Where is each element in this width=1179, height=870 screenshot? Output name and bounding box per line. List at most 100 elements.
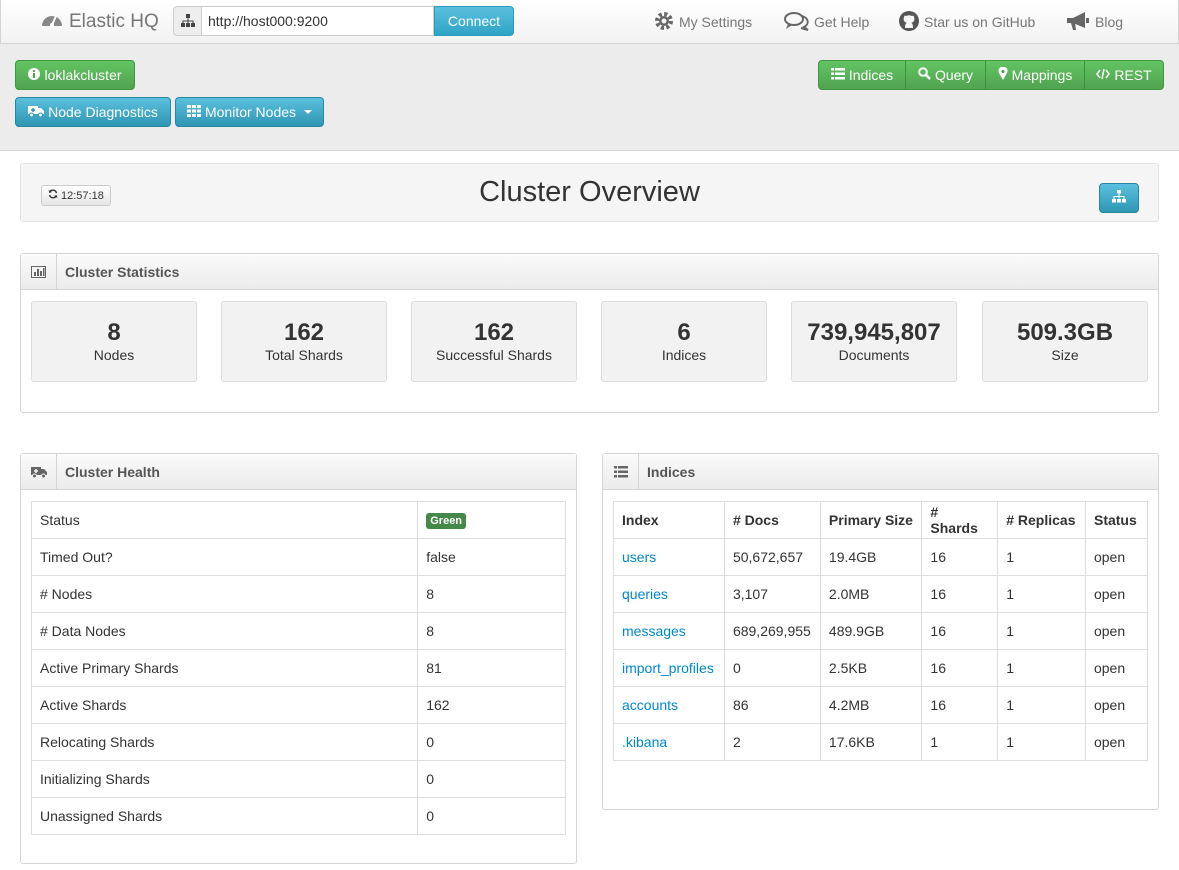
github-label: Star us on GitHub xyxy=(924,14,1036,30)
cluster-health-panel: Cluster Health Status Green Timed Out? fa… xyxy=(20,453,577,864)
index-link[interactable]: users xyxy=(622,549,656,565)
health-value: 8 xyxy=(417,575,566,613)
health-value: 0 xyxy=(417,723,566,761)
indices-button-label: Indices xyxy=(848,67,894,83)
main-nav-button-group: Indices Query Mappings REST xyxy=(818,60,1164,90)
column-header[interactable]: # Replicas xyxy=(997,501,1086,539)
health-value: Green xyxy=(417,501,566,539)
cluster-url-input[interactable] xyxy=(201,6,434,36)
index-link[interactable]: accounts xyxy=(622,697,678,713)
table-cell: 1 xyxy=(921,723,999,761)
table-cell: 3,107 xyxy=(723,575,821,613)
table-cell: .kibana xyxy=(613,723,725,761)
health-label: Active Shards xyxy=(30,686,419,724)
stat-value: 509.3GB xyxy=(1016,319,1114,346)
column-header[interactable]: Primary Size xyxy=(819,501,923,539)
sitemap-icon xyxy=(1112,190,1126,206)
health-value: 81 xyxy=(417,649,566,687)
table-cell: messages xyxy=(613,612,725,650)
table-cell: open xyxy=(1084,686,1149,724)
cluster-info-button[interactable]: loklakcluster xyxy=(15,60,135,90)
search-icon xyxy=(918,67,931,83)
table-cell: 16 xyxy=(921,575,999,613)
sitemap-icon xyxy=(173,6,201,36)
table-row: import_profiles 0 2.5KB 16 1 open xyxy=(613,649,1149,687)
bar-chart-icon xyxy=(21,253,57,290)
stat-successful-shards: 162 Successful Shards xyxy=(411,301,577,382)
my-settings-link[interactable]: My Settings xyxy=(653,0,752,44)
table-cell: 16 xyxy=(921,538,999,576)
table-row: Relocating Shards 0 xyxy=(30,723,566,761)
stat-value: 162 xyxy=(473,319,515,346)
cluster-overview-header: 12:57:18 Cluster Overview xyxy=(20,163,1159,222)
column-header[interactable]: # Docs xyxy=(723,501,821,539)
monitor-nodes-dropdown[interactable]: Monitor Nodes xyxy=(175,97,324,127)
stat-size: 509.3GB Size xyxy=(982,301,1148,382)
list-icon xyxy=(603,453,639,490)
index-link[interactable]: .kibana xyxy=(622,734,667,750)
brand[interactable]: Elastic HQ xyxy=(41,10,159,34)
dashboard-icon xyxy=(41,10,63,34)
health-value: 162 xyxy=(417,686,566,724)
table-cell: import_profiles xyxy=(613,649,725,687)
stat-label: Documents xyxy=(838,347,910,363)
cluster-statistics-panel: Cluster Statistics 8 Nodes 162 Total Sha… xyxy=(20,253,1159,413)
table-row: # Nodes 8 xyxy=(30,575,566,613)
index-link[interactable]: queries xyxy=(622,586,668,602)
table-cell: 16 xyxy=(921,686,999,724)
info-icon xyxy=(28,67,41,83)
stat-value: 739,945,807 xyxy=(807,319,941,346)
caret-down-icon xyxy=(304,110,313,114)
panel-title: Indices xyxy=(647,463,696,480)
top-navbar: Elastic HQ Connect My Settings Get Help … xyxy=(0,0,1179,44)
query-button[interactable]: Query xyxy=(906,61,986,89)
table-row: Unassigned Shards 0 xyxy=(30,797,566,835)
rest-button[interactable]: REST xyxy=(1085,61,1163,89)
gear-icon xyxy=(653,10,675,35)
table-cell: 2 xyxy=(723,723,821,761)
column-header[interactable]: Index xyxy=(613,501,725,539)
cluster-topology-button[interactable] xyxy=(1099,183,1139,213)
github-link[interactable]: Star us on GitHub xyxy=(898,0,1035,44)
table-row: messages 689,269,955 489.9GB 16 1 open xyxy=(613,612,1149,650)
url-group: Connect xyxy=(173,6,514,36)
get-help-link[interactable]: Get Help xyxy=(784,0,869,44)
index-link[interactable]: messages xyxy=(622,623,686,639)
health-label: # Data Nodes xyxy=(30,612,419,650)
mappings-button-label: Mappings xyxy=(1011,67,1073,83)
stat-label: Indices xyxy=(661,347,707,363)
table-cell: 50,672,657 xyxy=(723,538,821,576)
health-value: 8 xyxy=(417,612,566,650)
column-header[interactable]: # Shards xyxy=(921,501,999,539)
stat-label: Nodes xyxy=(93,347,135,363)
connect-button[interactable]: Connect xyxy=(434,6,514,36)
cluster-name-label: loklakcluster xyxy=(44,67,122,83)
health-value: 0 xyxy=(417,760,566,798)
mappings-button[interactable]: Mappings xyxy=(986,61,1085,89)
indices-button[interactable]: Indices xyxy=(819,61,906,89)
index-link[interactable]: import_profiles xyxy=(622,660,714,676)
node-diagnostics-label: Node Diagnostics xyxy=(48,104,158,120)
grid-icon xyxy=(186,104,201,120)
my-settings-label: My Settings xyxy=(679,14,753,30)
get-help-label: Get Help xyxy=(814,14,870,30)
blog-link[interactable]: Blog xyxy=(1065,0,1123,44)
rest-button-label: REST xyxy=(1114,67,1152,83)
query-button-label: Query xyxy=(934,67,974,83)
node-diagnostics-button[interactable]: Node Diagnostics xyxy=(15,97,171,127)
list-icon xyxy=(830,67,845,83)
table-cell: 1 xyxy=(997,575,1086,613)
table-cell: 17.6KB xyxy=(819,723,923,761)
stat-documents: 739,945,807 Documents xyxy=(791,301,957,382)
toolbar: loklakcluster Node Diagnostics Monitor N… xyxy=(0,44,1179,151)
indices-table: Index # Docs Primary Size # Shards # Replica… xyxy=(613,501,1149,761)
column-header[interactable]: Status xyxy=(1084,501,1149,539)
ambulance-icon xyxy=(21,453,57,490)
table-row: accounts 86 4.2MB 16 1 open xyxy=(613,686,1149,724)
bullhorn-icon xyxy=(1065,10,1091,35)
table-row: Active Primary Shards 81 xyxy=(30,649,566,687)
health-label: # Nodes xyxy=(30,575,419,613)
health-label: Status xyxy=(30,501,419,539)
table-row: Initializing Shards 0 xyxy=(30,760,566,798)
health-value: false xyxy=(417,538,566,576)
